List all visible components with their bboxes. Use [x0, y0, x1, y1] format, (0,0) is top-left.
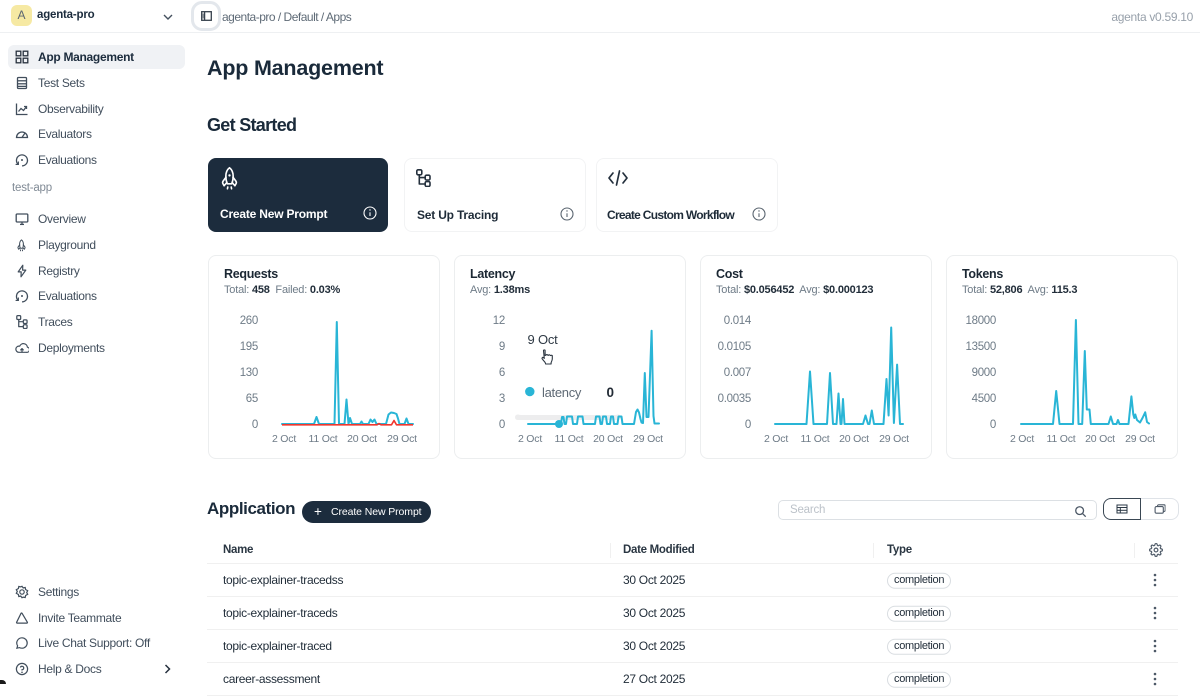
svg-text:20 Oct: 20 Oct — [1085, 433, 1115, 445]
svg-text:29 Oct: 29 Oct — [633, 433, 663, 445]
svg-text:2 Oct: 2 Oct — [1010, 433, 1034, 445]
svg-text:195: 195 — [240, 341, 258, 353]
svg-text:0: 0 — [607, 385, 615, 400]
svg-text:4500: 4500 — [972, 393, 996, 405]
svg-text:9000: 9000 — [972, 367, 996, 379]
svg-text:29 Oct: 29 Oct — [1125, 433, 1155, 445]
svg-text:9: 9 — [499, 341, 505, 353]
svg-text:130: 130 — [240, 367, 258, 379]
svg-text:29 Oct: 29 Oct — [879, 433, 909, 445]
svg-text:2 Oct: 2 Oct — [518, 433, 542, 445]
svg-text:0: 0 — [990, 419, 996, 431]
svg-text:0.0105: 0.0105 — [718, 341, 751, 353]
svg-text:2 Oct: 2 Oct — [764, 433, 788, 445]
svg-text:latency: latency — [542, 385, 582, 400]
svg-text:9 Oct: 9 Oct — [528, 332, 559, 347]
svg-text:0: 0 — [499, 419, 505, 431]
svg-text:11 Oct: 11 Oct — [309, 433, 338, 445]
svg-text:20 Oct: 20 Oct — [839, 433, 869, 445]
svg-text:6: 6 — [499, 367, 505, 379]
svg-text:11 Oct: 11 Oct — [555, 433, 584, 445]
svg-text:0.0035: 0.0035 — [718, 393, 751, 405]
svg-text:12: 12 — [493, 315, 505, 327]
svg-text:11 Oct: 11 Oct — [801, 433, 830, 445]
svg-text:11 Oct: 11 Oct — [1047, 433, 1076, 445]
svg-text:18000: 18000 — [966, 315, 996, 327]
svg-text:20 Oct: 20 Oct — [593, 433, 623, 445]
svg-text:0.014: 0.014 — [724, 315, 752, 327]
svg-text:0: 0 — [745, 419, 751, 431]
svg-text:0.007: 0.007 — [724, 367, 751, 379]
svg-text:20 Oct: 20 Oct — [347, 433, 377, 445]
svg-text:29 Oct: 29 Oct — [387, 433, 417, 445]
svg-text:13500: 13500 — [966, 341, 996, 353]
svg-text:2 Oct: 2 Oct — [272, 433, 296, 445]
svg-text:0: 0 — [252, 419, 258, 431]
svg-text:65: 65 — [246, 393, 258, 405]
svg-text:3: 3 — [499, 393, 505, 405]
svg-text:260: 260 — [240, 315, 258, 327]
